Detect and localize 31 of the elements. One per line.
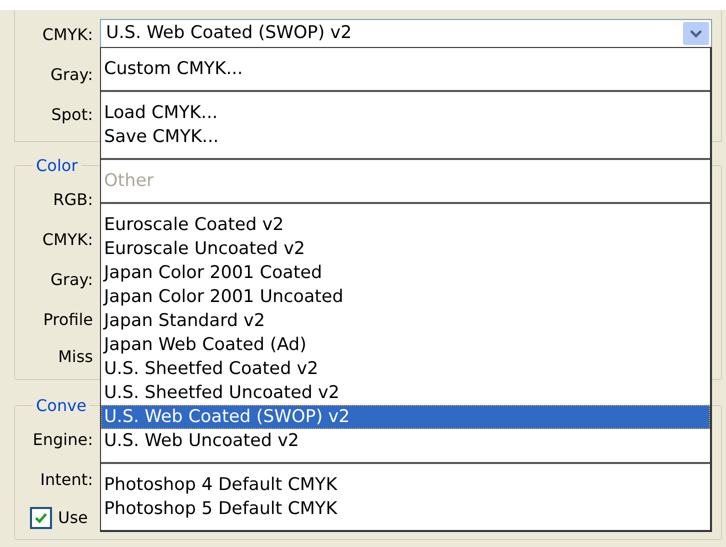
field-label: Profile	[43, 309, 93, 331]
checkbox-label: Use	[58, 507, 88, 529]
field-label: Gray:	[50, 269, 93, 291]
dropdown-option[interactable]: Japan Web Coated (Ad)	[101, 333, 710, 357]
field-label: RGB:	[53, 189, 93, 211]
chevron-down-icon	[690, 30, 702, 38]
checkbox[interactable]	[30, 507, 52, 529]
dropdown-option[interactable]: Custom CMYK...	[101, 57, 710, 81]
dropdown-option[interactable]: Save CMYK...	[101, 125, 710, 149]
dropdown-option[interactable]: U.S. Sheetfed Coated v2	[101, 357, 710, 381]
field-label: Engine:	[32, 429, 93, 451]
dropdown-option[interactable]: Euroscale Uncoated v2	[101, 237, 710, 261]
dropdown-option[interactable]: U.S. Sheetfed Uncoated v2	[101, 381, 710, 405]
cmyk-dropdown[interactable]: U.S. Web Coated (SWOP) v2	[100, 19, 712, 48]
dropdown-button[interactable]	[683, 22, 709, 45]
dropdown-option[interactable]: Japan Color 2001 Coated	[101, 261, 710, 285]
field-label: Gray:	[50, 64, 93, 86]
dropdown-option[interactable]: Japan Standard v2	[101, 309, 710, 333]
dropdown-option[interactable]: Japan Color 2001 Uncoated	[101, 285, 710, 309]
field-label: Miss	[58, 346, 93, 368]
field-label: Spot:	[51, 104, 93, 126]
dropdown-option[interactable]: Euroscale Coated v2	[101, 213, 710, 237]
field-label: Intent:	[40, 469, 93, 491]
dropdown-option[interactable]: U.S. Web Uncoated v2	[101, 429, 710, 453]
dropdown-option[interactable]: U.S. Web Coated (SWOP) v2	[101, 405, 710, 429]
dropdown-option[interactable]: Photoshop 4 Default CMYK	[101, 473, 710, 497]
check-icon	[34, 511, 48, 525]
field-label: CMYK:	[42, 229, 93, 251]
dropdown-option[interactable]: Load CMYK...	[101, 101, 710, 125]
dropdown-option[interactable]: Photoshop 5 Default CMYK	[101, 497, 710, 521]
field-label: CMYK:	[42, 24, 93, 46]
